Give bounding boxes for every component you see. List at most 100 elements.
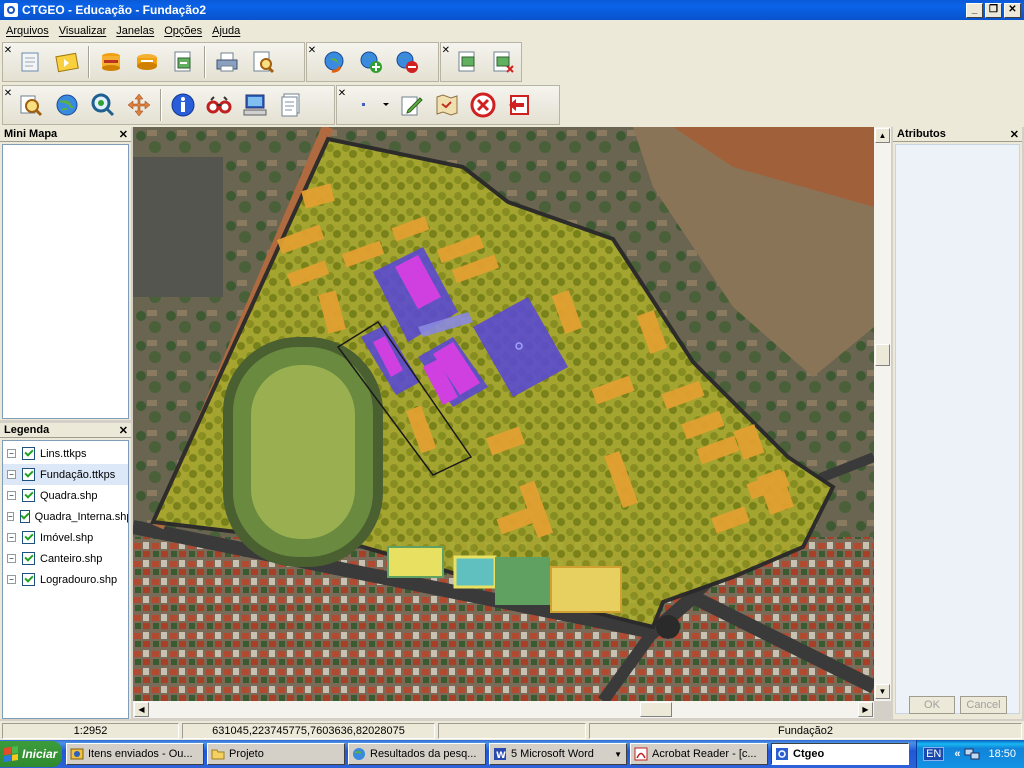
ok-button[interactable]: OK xyxy=(909,696,955,714)
document-icon xyxy=(281,93,300,117)
layer-checkbox[interactable] xyxy=(22,552,35,565)
legend-close-icon[interactable]: ✕ xyxy=(119,424,128,437)
legend-item-logradouro[interactable]: − Logradouro.shp xyxy=(3,569,128,590)
print-preview-button[interactable] xyxy=(245,44,281,80)
layer-add-button[interactable] xyxy=(451,44,486,80)
collapse-icon[interactable]: − xyxy=(7,575,16,584)
layer-checkbox[interactable] xyxy=(22,468,35,481)
database-connect-button[interactable] xyxy=(129,44,165,80)
map-view[interactable]: ▲ ▼ ◀ ▶ xyxy=(133,127,891,718)
point-tool-button[interactable] xyxy=(347,87,393,123)
task-browser[interactable]: Resultados da pesq... xyxy=(348,743,486,765)
attributes-close-icon[interactable]: ✕ xyxy=(1010,128,1019,141)
layer-checkbox[interactable] xyxy=(22,573,35,586)
layer-checkbox[interactable] xyxy=(22,531,35,544)
legend-item-quadra[interactable]: − Quadra.shp xyxy=(3,485,128,506)
scroll-right-button[interactable]: ▶ xyxy=(858,702,873,717)
toolbar-close-icon[interactable]: ✕ xyxy=(307,45,317,56)
mini-map-header: Mini Mapa ✕ xyxy=(0,127,131,142)
toolbar-close-icon[interactable]: ✕ xyxy=(337,88,347,99)
edit-pencil-button[interactable] xyxy=(393,87,429,123)
system-tray: EN « 18:50 xyxy=(916,740,1024,768)
legend-item-fundacao[interactable]: − Fundação.ttkps xyxy=(3,464,128,485)
globe-add-button[interactable] xyxy=(353,44,389,80)
print-icon xyxy=(216,52,238,72)
start-button[interactable]: Iniciar xyxy=(0,741,62,767)
legend-item-lins[interactable]: − Lins.ttkps xyxy=(3,443,128,464)
maximize-button[interactable]: ❐ xyxy=(985,2,1002,18)
stop-button[interactable] xyxy=(465,87,501,123)
collapse-icon[interactable]: − xyxy=(7,470,16,479)
attributes-title: Atributos xyxy=(897,128,946,140)
mini-map-canvas[interactable] xyxy=(2,144,129,419)
print-button[interactable] xyxy=(209,44,245,80)
layer-checkbox[interactable] xyxy=(22,447,35,460)
tray-expand-icon[interactable]: « xyxy=(954,748,960,760)
collapse-icon[interactable]: − xyxy=(7,512,14,521)
map-canvas[interactable] xyxy=(133,127,874,701)
map-vscrollbar[interactable]: ▲ ▼ xyxy=(874,127,891,701)
globe-refresh-icon xyxy=(324,51,344,73)
scroll-down-button[interactable]: ▼ xyxy=(875,684,890,699)
map-edit-button[interactable] xyxy=(429,87,465,123)
exit-button[interactable] xyxy=(501,87,537,123)
menu-janelas[interactable]: Janelas xyxy=(116,25,154,37)
export-button[interactable] xyxy=(165,44,201,80)
toolbar-close-icon[interactable]: ✕ xyxy=(441,45,451,56)
task-outlook[interactable]: Itens enviados - Ou... xyxy=(66,743,204,765)
zoom-area-button[interactable] xyxy=(85,87,121,123)
map-hscrollbar[interactable]: ◀ ▶ xyxy=(133,701,874,718)
binoculars-button[interactable] xyxy=(201,87,237,123)
layer-checkbox[interactable] xyxy=(22,489,35,502)
network-icon[interactable] xyxy=(964,747,980,761)
toolbar-file: ✕ xyxy=(2,42,305,82)
task-projeto[interactable]: Projeto xyxy=(207,743,345,765)
layer-remove-button[interactable] xyxy=(486,44,521,80)
layer-label: Fundação.ttkps xyxy=(40,468,116,481)
toolbar-close-icon[interactable]: ✕ xyxy=(3,45,13,56)
globe-remove-button[interactable] xyxy=(389,44,425,80)
cancel-button[interactable]: Cancel xyxy=(960,696,1007,714)
toolbar-close-icon[interactable]: ✕ xyxy=(3,88,13,99)
menu-visualizar[interactable]: Visualizar xyxy=(59,25,107,37)
pan-button[interactable] xyxy=(121,87,157,123)
language-indicator[interactable]: EN xyxy=(923,747,945,761)
menu-arquivos[interactable]: Arquivos xyxy=(6,25,49,37)
menu-ajuda[interactable]: Ajuda xyxy=(212,25,240,37)
collapse-icon[interactable]: − xyxy=(7,554,16,563)
layer-checkbox[interactable] xyxy=(19,510,30,523)
task-word[interactable]: W 5 Microsoft Word ▼ xyxy=(489,743,627,765)
computer-button[interactable] xyxy=(237,87,273,123)
minimize-button[interactable]: _ xyxy=(966,2,983,18)
task-ctgeo[interactable]: Ctgeo xyxy=(771,743,909,765)
task-acrobat[interactable]: Acrobat Reader - [c... xyxy=(630,743,768,765)
window-title: CTGEO - Educação - Fundação2 xyxy=(22,3,207,17)
legend-item-canteiro[interactable]: − Canteiro.shp xyxy=(3,548,128,569)
open-folder-button[interactable] xyxy=(13,44,49,80)
info-button[interactable] xyxy=(165,87,201,123)
document-button[interactable] xyxy=(273,87,309,123)
legend-item-imovel[interactable]: − Imóvel.shp xyxy=(3,527,128,548)
attributes-panel: Atributos ✕ OK Cancel xyxy=(893,127,1022,719)
layer-add-icon xyxy=(458,51,475,72)
scroll-left-button[interactable]: ◀ xyxy=(134,702,149,717)
open-project-button[interactable] xyxy=(49,44,85,80)
zoom-button[interactable] xyxy=(13,87,49,123)
dropdown-arrow-icon: ▼ xyxy=(614,749,622,759)
globe-button[interactable] xyxy=(49,87,85,123)
globe-remove-icon xyxy=(396,51,418,73)
vscroll-thumb[interactable] xyxy=(875,344,890,366)
hscroll-thumb[interactable] xyxy=(640,702,672,717)
close-button[interactable]: ✕ xyxy=(1004,2,1021,18)
mini-map-close-icon[interactable]: ✕ xyxy=(119,128,128,141)
collapse-icon[interactable]: − xyxy=(7,533,16,542)
scroll-up-button[interactable]: ▲ xyxy=(875,128,890,143)
clock[interactable]: 18:50 xyxy=(988,748,1016,760)
database-button[interactable] xyxy=(93,44,129,80)
collapse-icon[interactable]: − xyxy=(7,491,16,500)
legend-item-quadra-interna[interactable]: − Quadra_Interna.shp xyxy=(3,506,128,527)
point-icon xyxy=(362,103,389,106)
collapse-icon[interactable]: − xyxy=(7,449,16,458)
globe-refresh-button[interactable] xyxy=(317,44,353,80)
menu-opcoes[interactable]: Opções xyxy=(164,25,202,37)
